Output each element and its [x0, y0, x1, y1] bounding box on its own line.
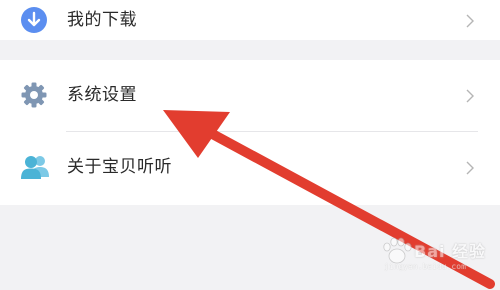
watermark-text: Bai 经验 [414, 242, 487, 261]
menu-card-main: 系统设置 关于宝贝听听 [0, 60, 500, 205]
menu-item-label: 系统设置 [67, 85, 137, 105]
download-icon [20, 6, 48, 34]
chevron-right-icon [466, 13, 474, 28]
gear-icon [20, 81, 48, 109]
watermark: Bai 经验 jingyan.baidu.com [380, 236, 492, 280]
chevron-right-icon [466, 88, 474, 103]
menu-item-label: 我的下载 [67, 10, 137, 30]
menu-item-label: 关于宝贝听听 [67, 157, 172, 177]
menu-item-my-downloads[interactable]: 我的下载 [0, 0, 500, 55]
users-icon [20, 153, 49, 181]
menu-item-about[interactable]: 关于宝贝听听 [0, 132, 500, 202]
chevron-right-icon [466, 160, 474, 175]
watermark-url: jingyan.baidu.com [384, 262, 466, 271]
menu-item-system-settings[interactable]: 系统设置 [0, 60, 500, 130]
menu-card-top: 我的下载 [0, 0, 500, 40]
